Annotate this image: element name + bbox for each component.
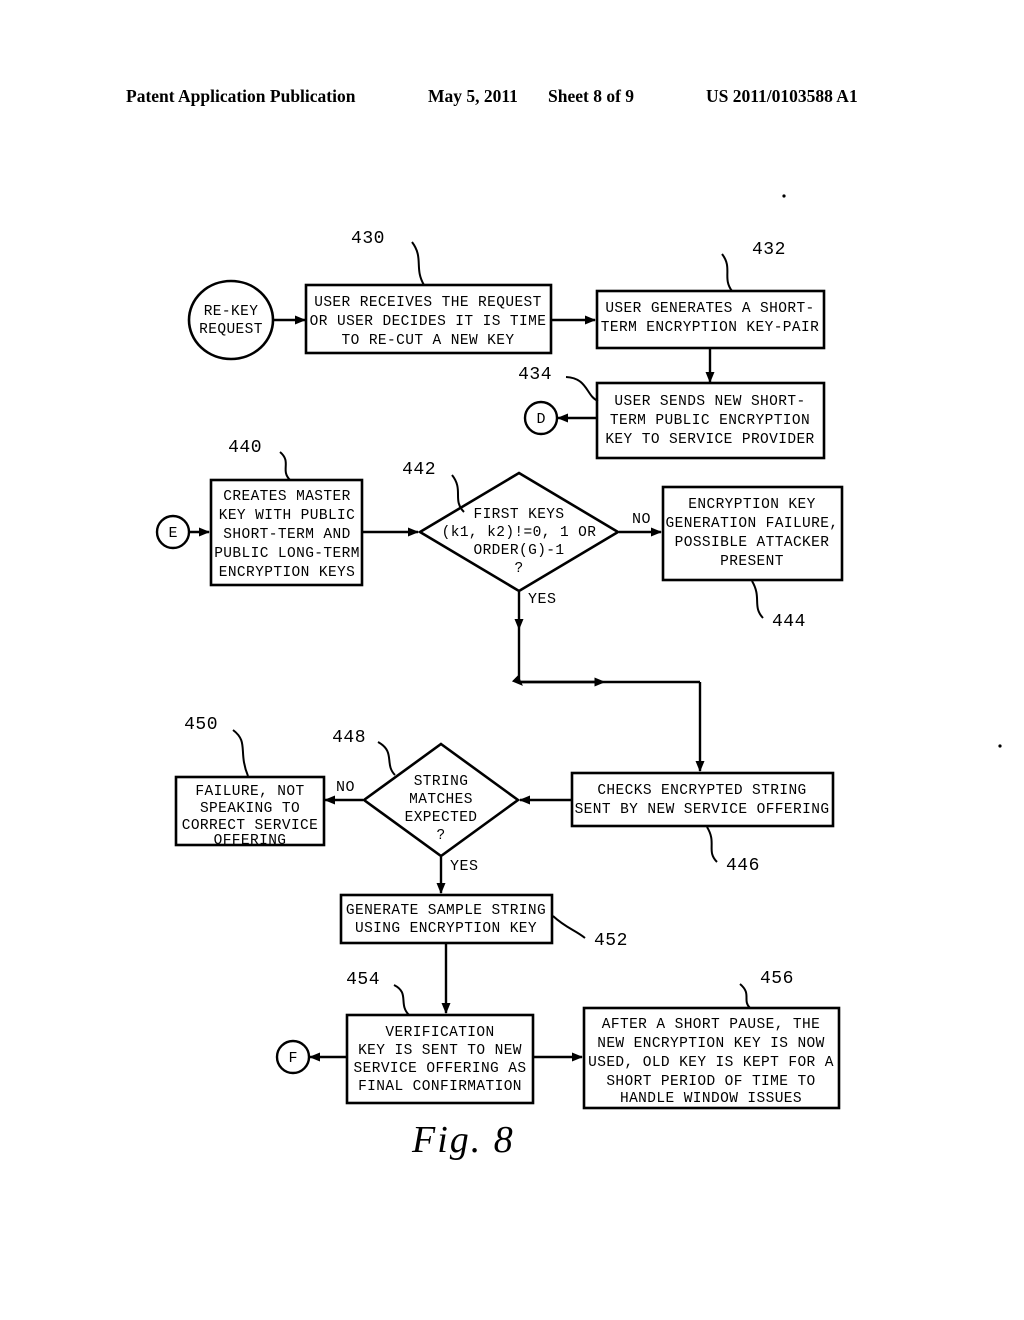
node-440-line-4: ENCRYPTION KEYS bbox=[219, 565, 356, 581]
node-rekey-request-line-0: RE-KEY bbox=[204, 304, 259, 320]
branch-label-442-no: NO bbox=[632, 511, 651, 528]
connector-f-label: F bbox=[288, 1050, 297, 1067]
ref-number-444: 444 bbox=[772, 612, 806, 632]
node-440-line-2: SHORT-TERM AND bbox=[223, 527, 350, 543]
node-448: STRING MATCHES EXPECTED ? bbox=[361, 742, 521, 858]
node-444: ENCRYPTION KEY GENERATION FAILURE, POSSI… bbox=[661, 485, 844, 582]
node-444-line-0: ENCRYPTION KEY bbox=[688, 497, 815, 513]
scan-artifact-dot-2 bbox=[998, 744, 1002, 748]
node-440: CREATES MASTER KEY WITH PUBLIC SHORT-TER… bbox=[209, 478, 364, 587]
ref-number-448: 448 bbox=[332, 728, 366, 748]
node-454-line-0: VERIFICATION bbox=[385, 1025, 494, 1041]
node-452: GENERATE SAMPLE STRING USING ENCRYPTION … bbox=[339, 893, 554, 945]
ref-number-452: 452 bbox=[594, 931, 628, 951]
node-456-line-2: USED, OLD KEY IS KEPT FOR A bbox=[588, 1055, 834, 1071]
leader-448 bbox=[377, 741, 396, 776]
node-432: USER GENERATES A SHORT- TERM ENCRYPTION … bbox=[595, 289, 826, 350]
node-444-line-1: GENERATION FAILURE, bbox=[666, 516, 839, 532]
leader-432 bbox=[721, 253, 733, 292]
connector-d: D bbox=[523, 400, 559, 436]
node-450-line-0: FAILURE, NOT bbox=[195, 784, 304, 800]
node-450: FAILURE, NOT SPEAKING TO CORRECT SERVICE… bbox=[174, 775, 326, 849]
node-rekey-request-line-1: REQUEST bbox=[199, 322, 263, 338]
leader-434 bbox=[565, 376, 599, 402]
connector-f: F bbox=[275, 1039, 311, 1075]
node-446: CHECKS ENCRYPTED STRING SENT BY NEW SERV… bbox=[570, 771, 835, 828]
node-456-line-3: SHORT PERIOD OF TIME TO bbox=[606, 1074, 815, 1090]
node-442-line-0: FIRST KEYS bbox=[473, 507, 564, 523]
leader-456 bbox=[739, 983, 751, 1009]
branch-label-442-yes: YES bbox=[528, 591, 557, 608]
ref-number-442: 442 bbox=[402, 460, 436, 480]
connector-e: E bbox=[155, 514, 191, 550]
node-442-line-3: ? bbox=[514, 561, 523, 577]
node-442-line-1: (k1, k2)!=0, 1 OR bbox=[442, 525, 597, 541]
leader-454 bbox=[393, 984, 410, 1016]
branch-label-448-yes: YES bbox=[450, 858, 479, 875]
node-450-line-1: SPEAKING TO bbox=[200, 801, 300, 817]
ref-number-450: 450 bbox=[184, 715, 218, 735]
node-446-line-0: CHECKS ENCRYPTED STRING bbox=[597, 783, 806, 799]
leader-446 bbox=[706, 826, 718, 863]
node-450-line-3: OFFERING bbox=[214, 833, 287, 849]
ref-number-456: 456 bbox=[760, 969, 794, 989]
node-430-line-2: TO RE-CUT A NEW KEY bbox=[342, 333, 515, 349]
leader-440 bbox=[279, 451, 291, 481]
node-448-line-1: MATCHES bbox=[409, 792, 473, 808]
node-454-line-2: SERVICE OFFERING AS bbox=[354, 1061, 527, 1077]
node-440-line-1: KEY WITH PUBLIC bbox=[219, 508, 356, 524]
node-430-line-0: USER RECEIVES THE REQUEST bbox=[314, 295, 542, 311]
node-454-line-1: KEY IS SENT TO NEW bbox=[358, 1043, 522, 1059]
node-434-line-1: TERM PUBLIC ENCRYPTION bbox=[610, 413, 810, 429]
node-452-line-1: USING ENCRYPTION KEY bbox=[355, 921, 537, 937]
ref-number-440: 440 bbox=[228, 438, 262, 458]
branch-label-448-no: NO bbox=[336, 779, 355, 796]
node-434: USER SENDS NEW SHORT- TERM PUBLIC ENCRYP… bbox=[595, 381, 826, 460]
node-434-line-2: KEY TO SERVICE PROVIDER bbox=[605, 432, 814, 448]
node-456-line-1: NEW ENCRYPTION KEY IS NOW bbox=[597, 1036, 825, 1052]
node-440-line-0: CREATES MASTER bbox=[223, 489, 350, 505]
leader-450 bbox=[232, 729, 249, 777]
node-444-line-2: POSSIBLE ATTACKER bbox=[675, 535, 830, 551]
node-430-line-1: OR USER DECIDES IT IS TIME bbox=[310, 314, 547, 330]
node-452-line-0: GENERATE SAMPLE STRING bbox=[346, 903, 546, 919]
ref-number-446: 446 bbox=[726, 856, 760, 876]
node-456-line-0: AFTER A SHORT PAUSE, THE bbox=[602, 1017, 820, 1033]
node-456-line-4: HANDLE WINDOW ISSUES bbox=[620, 1091, 802, 1107]
figure-caption: Fig. 8 bbox=[412, 1119, 515, 1161]
edge-442-yes-horizontal bbox=[511, 629, 700, 686]
scan-artifact-dot bbox=[782, 194, 786, 198]
node-448-line-3: ? bbox=[436, 828, 445, 844]
ref-number-432: 432 bbox=[752, 240, 786, 260]
ref-number-434: 434 bbox=[518, 365, 552, 385]
leader-444 bbox=[751, 580, 764, 619]
leader-430 bbox=[411, 241, 425, 286]
connector-d-label: D bbox=[536, 411, 545, 428]
node-442-line-2: ORDER(G)-1 bbox=[473, 543, 564, 559]
node-448-line-2: EXPECTED bbox=[405, 810, 478, 826]
node-448-line-0: STRING bbox=[414, 774, 469, 790]
node-434-line-0: USER SENDS NEW SHORT- bbox=[614, 394, 805, 410]
node-440-line-3: PUBLIC LONG-TERM bbox=[214, 546, 360, 562]
node-454-line-3: FINAL CONFIRMATION bbox=[358, 1079, 522, 1095]
node-430: USER RECEIVES THE REQUEST OR USER DECIDE… bbox=[304, 283, 553, 355]
node-450-line-2: CORRECT SERVICE bbox=[182, 818, 319, 834]
ref-number-430: 430 bbox=[351, 229, 385, 249]
leader-452 bbox=[552, 915, 586, 939]
node-454: VERIFICATION KEY IS SENT TO NEW SERVICE … bbox=[345, 1013, 535, 1105]
ref-number-454: 454 bbox=[346, 970, 380, 990]
node-456: AFTER A SHORT PAUSE, THE NEW ENCRYPTION … bbox=[582, 1006, 841, 1110]
node-432-line-1: TERM ENCRYPTION KEY-PAIR bbox=[601, 320, 819, 336]
node-rekey-request: RE-KEY REQUEST bbox=[187, 279, 275, 361]
patent-drawing-page: Patent Application Publication May 5, 20… bbox=[0, 0, 1024, 1320]
node-444-line-3: PRESENT bbox=[720, 554, 784, 570]
connector-e-label: E bbox=[168, 525, 177, 542]
node-446-line-1: SENT BY NEW SERVICE OFFERING bbox=[575, 802, 830, 818]
node-442: FIRST KEYS (k1, k2)!=0, 1 OR ORDER(G)-1 … bbox=[417, 471, 621, 593]
node-432-line-0: USER GENERATES A SHORT- bbox=[605, 301, 814, 317]
